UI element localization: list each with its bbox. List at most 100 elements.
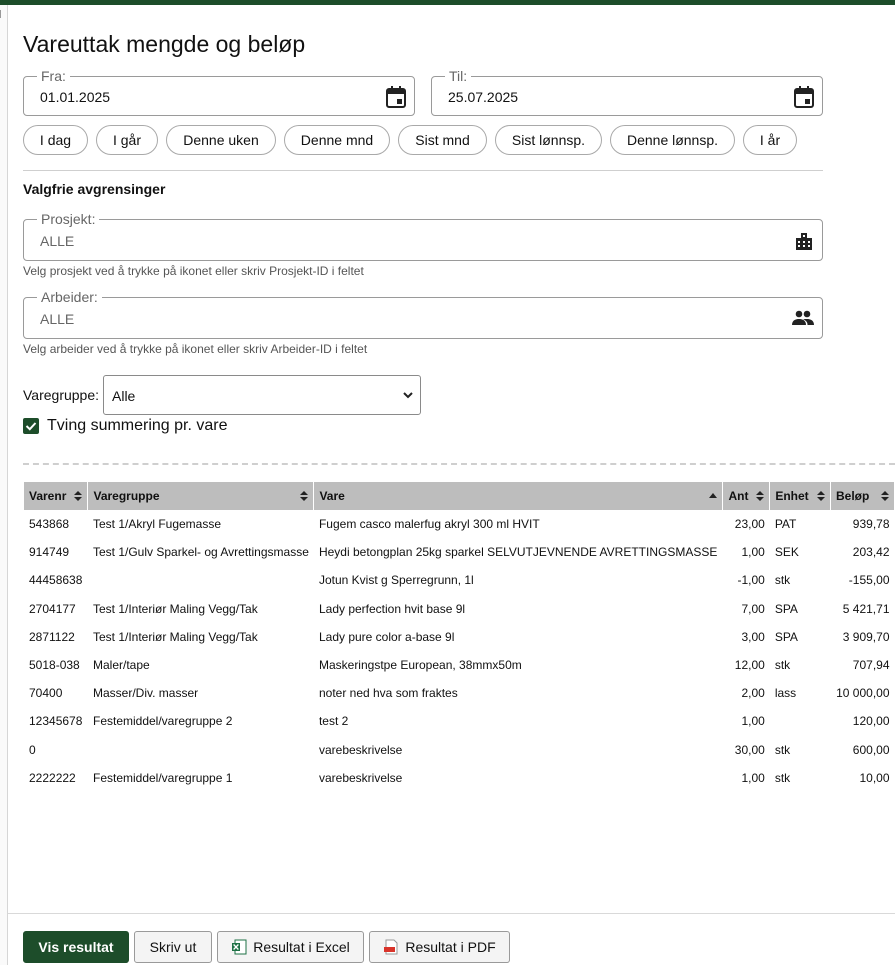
worker-field[interactable]: Arbeider: ALLE	[23, 289, 823, 339]
building-icon[interactable]	[794, 231, 814, 251]
table-row[interactable]: 44458638 Jotun Kvist g Sperregrunn, 1l -1,…	[24, 566, 895, 594]
table-cell-varenr: 44458638	[29, 573, 83, 588]
table-cell-varegruppe: Festemiddel/varegruppe 1	[92, 770, 233, 785]
table-cell-vare: Lady perfection hvit base 9l	[318, 601, 466, 616]
print-label: Skriv ut	[149, 939, 197, 955]
table-cell-ant: 7,00	[741, 601, 765, 616]
table-cell-belop: 3 909,70	[842, 629, 890, 644]
project-hint: Velg prosjekt ved å trykke på ikonet ell…	[23, 264, 364, 278]
table-cell-vare: test 2	[318, 714, 349, 729]
excel-label: Resultat i Excel	[253, 939, 350, 955]
section-divider	[23, 170, 823, 171]
chevron-down-icon	[403, 392, 413, 399]
date-to-label: Til:	[445, 68, 472, 84]
filters-title: Valgfrie avgrensinger	[23, 181, 166, 197]
project-field[interactable]: Prosjekt: ALLE	[23, 211, 823, 261]
table-cell-ant: 3,00	[741, 629, 765, 644]
sort-asc-icon	[709, 493, 718, 498]
table-cell-ant: 1,00	[741, 545, 765, 560]
table-cell-enhet: stk	[774, 658, 791, 673]
results-separator	[23, 463, 895, 465]
chip-today[interactable]: I dag	[23, 125, 88, 155]
table-row[interactable]: 2222222 Festemiddel/varegruppe 1 varebeskr…	[24, 764, 895, 792]
table-cell-enhet: lass	[774, 686, 797, 701]
product-group-select[interactable]: Alle	[103, 375, 421, 415]
check-icon	[25, 422, 37, 431]
table-row[interactable]: 543868 Test 1/Akryl Fugemasse Fugem casco …	[24, 510, 895, 538]
table-cell-belop: 10,00	[859, 770, 890, 785]
col-belop[interactable]: Beløp	[830, 482, 895, 510]
date-from-field[interactable]: Fra: 01.01.2025	[23, 68, 415, 116]
table-cell-varenr: 0	[29, 742, 36, 757]
excel-button[interactable]: Resultat i Excel	[217, 931, 364, 963]
table-cell-varenr: 12345678	[29, 714, 83, 729]
worker-hint: Velg arbeider ved å trykke på ikonet ell…	[23, 342, 368, 356]
sort-icon	[881, 491, 889, 501]
table-header-row: Varenr Varegruppe Vare Ant Enhet Beløp	[24, 482, 895, 510]
force-sum-label: Tving summering pr. vare	[47, 417, 228, 434]
collapse-handle[interactable]	[0, 10, 4, 18]
show-result-button[interactable]: Vis resultat	[23, 931, 129, 963]
col-varenr[interactable]: Varenr	[24, 482, 89, 510]
table-cell-enhet: PAT	[774, 517, 797, 532]
col-ant[interactable]: Ant	[722, 482, 771, 510]
col-varegruppe[interactable]: Varegruppe	[87, 482, 315, 510]
table-cell-ant: 1,00	[741, 770, 765, 785]
col-vare[interactable]: Vare	[313, 482, 724, 510]
force-sum-checkbox[interactable]	[23, 418, 39, 434]
chip-yesterday[interactable]: I går	[96, 125, 158, 155]
table-cell-enhet: SEK	[774, 545, 799, 560]
pdf-button[interactable]: Resultat i PDF	[369, 931, 510, 963]
results-table: Varenr Varegruppe Vare Ant Enhet Beløp 5…	[24, 482, 895, 792]
table-cell-belop: 939,78	[852, 517, 890, 532]
table-cell-belop: 707,94	[852, 658, 890, 673]
col-enhet[interactable]: Enhet	[769, 482, 831, 510]
table-cell-enhet: stk	[774, 573, 791, 588]
table-row[interactable]: 2704177 Test 1/Interiør Maling Vegg/Tak La…	[24, 595, 895, 623]
table-cell-varenr: 70400	[29, 686, 63, 701]
table-cell-varenr: 2871122	[29, 629, 75, 644]
table-cell-varegruppe	[88, 736, 314, 764]
table-cell-ant: -1,00	[737, 573, 765, 588]
show-result-label: Vis resultat	[38, 939, 114, 955]
print-button[interactable]: Skriv ut	[134, 931, 212, 963]
table-cell-vare: Heydi betongplan 25kg sparkel SELVUTJEVN…	[318, 545, 718, 560]
table-row[interactable]: 914749 Test 1/Gulv Sparkel- og Avrettings…	[24, 538, 895, 566]
people-icon[interactable]	[792, 310, 814, 326]
table-cell-varenr: 2222222	[29, 770, 76, 785]
table-row[interactable]: 12345678 Festemiddel/varegruppe 2 test 2 1,…	[24, 707, 895, 735]
table-cell-vare: Lady pure color a-base 9l	[318, 629, 455, 644]
chip-this-year[interactable]: I år	[743, 125, 797, 155]
chip-this-month[interactable]: Denne mnd	[284, 125, 390, 155]
chip-last-pay-period[interactable]: Sist lønnsp.	[495, 125, 602, 155]
table-cell-enhet: SPA	[774, 629, 798, 644]
sort-icon	[300, 491, 309, 501]
chip-last-month[interactable]: Sist mnd	[398, 125, 487, 155]
table-cell-belop: 203,42	[852, 545, 890, 560]
table-cell-ant: 2,00	[741, 686, 765, 701]
table-cell-ant: 30,00	[734, 742, 765, 757]
table-cell-enhet	[770, 707, 831, 735]
table-cell-belop: -155,00	[848, 573, 890, 588]
table-row[interactable]: 5018-038 Maler/tape Maskeringstpe European…	[24, 651, 895, 679]
table-cell-varenr: 5018-038	[29, 658, 80, 673]
chip-this-pay-period[interactable]: Denne lønnsp.	[610, 125, 735, 155]
table-cell-varegruppe: Maler/tape	[92, 658, 150, 673]
table-cell-vare: noter ned hva som fraktes	[318, 686, 458, 701]
product-group-value: Alle	[112, 388, 136, 404]
calendar-icon[interactable]	[386, 86, 406, 108]
table-row[interactable]: 0 varebeskrivelse 30,00 stk 600,00	[24, 736, 895, 764]
table-cell-vare: varebeskrivelse	[318, 742, 403, 757]
table-cell-vare: Fugem casco malerfug akryl 300 ml HVIT	[318, 517, 540, 532]
footer-divider	[8, 913, 895, 914]
calendar-icon[interactable]	[794, 86, 814, 108]
page-title: Vareuttak mengde og beløp	[23, 31, 306, 57]
table-cell-ant: 1,00	[741, 714, 765, 729]
table-row[interactable]: 70400 Masser/Div. masser noter ned hva som…	[24, 679, 895, 707]
chip-this-week[interactable]: Denne uken	[166, 125, 276, 155]
date-to-field[interactable]: Til: 25.07.2025	[431, 68, 823, 116]
table-cell-vare: Maskeringstpe European, 38mmx50m	[318, 658, 522, 673]
project-label: Prosjekt:	[37, 211, 100, 227]
table-cell-varegruppe: Test 1/Gulv Sparkel- og Avrettingsmasse	[92, 545, 309, 560]
table-row[interactable]: 2871122 Test 1/Interiør Maling Vegg/Tak La…	[24, 623, 895, 651]
